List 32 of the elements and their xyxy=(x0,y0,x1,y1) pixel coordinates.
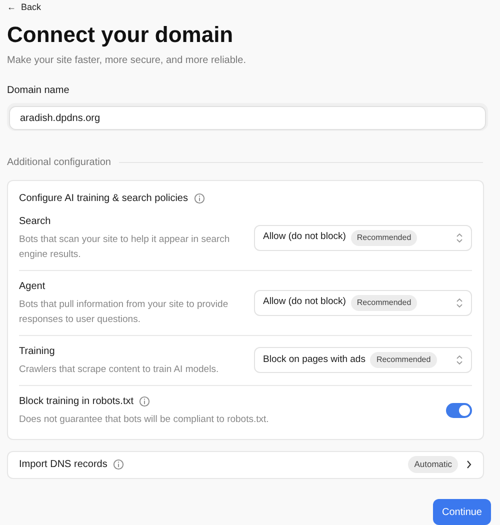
setting-label: Search xyxy=(19,214,51,228)
toggle-switch[interactable] xyxy=(446,402,472,418)
chevron-updown-icon xyxy=(456,232,463,242)
setting-description: Bots that pull information from your site to provide responses to user questions. xyxy=(19,298,230,326)
policy-select[interactable]: Allow (do not block) Recommended xyxy=(254,290,472,316)
recommended-badge: Recommended xyxy=(370,352,437,368)
back-link[interactable]: ← Back xyxy=(7,1,42,14)
info-icon xyxy=(138,396,150,406)
dns-import-row[interactable]: Import DNS records Automatic xyxy=(7,450,484,479)
setting-description: Crawlers that scrape content to train AI models. xyxy=(19,362,220,376)
chevron-updown-icon xyxy=(456,298,463,308)
section-heading: Additional configuration xyxy=(7,156,111,170)
setting-description: Bots that scan your site to help it appear in search engine results. xyxy=(19,232,231,262)
card-title: Configure AI training & search policies xyxy=(19,192,188,206)
info-icon xyxy=(113,459,124,470)
recommended-badge: Recommended xyxy=(350,294,418,310)
chevron-updown-icon xyxy=(456,355,463,365)
policy-select[interactable]: Block on pages with ads Recommended xyxy=(254,347,472,373)
domain-input[interactable]: aradish.dpdns.org xyxy=(7,102,488,130)
policy-select[interactable]: Allow (do not block) Recommended xyxy=(254,224,472,250)
setting-label: Training xyxy=(19,344,55,358)
setting-description: Does not guarantee that bots will be compliant to robots.txt. xyxy=(19,412,270,426)
setting-label: Agent xyxy=(19,280,46,294)
page-title: Connect your domain xyxy=(7,20,234,48)
setting-label: Block training in robots.txt xyxy=(19,394,134,408)
page-subtitle: Make your site faster, more secure, and more reliable. xyxy=(7,54,247,68)
continue-button[interactable]: Continue xyxy=(432,499,491,525)
recommended-badge: Recommended xyxy=(350,230,418,246)
chevron-right-icon xyxy=(466,460,472,470)
field-label: Domain name xyxy=(7,84,70,98)
info-icon xyxy=(194,192,205,204)
automatic-badge: Automatic xyxy=(408,456,458,474)
